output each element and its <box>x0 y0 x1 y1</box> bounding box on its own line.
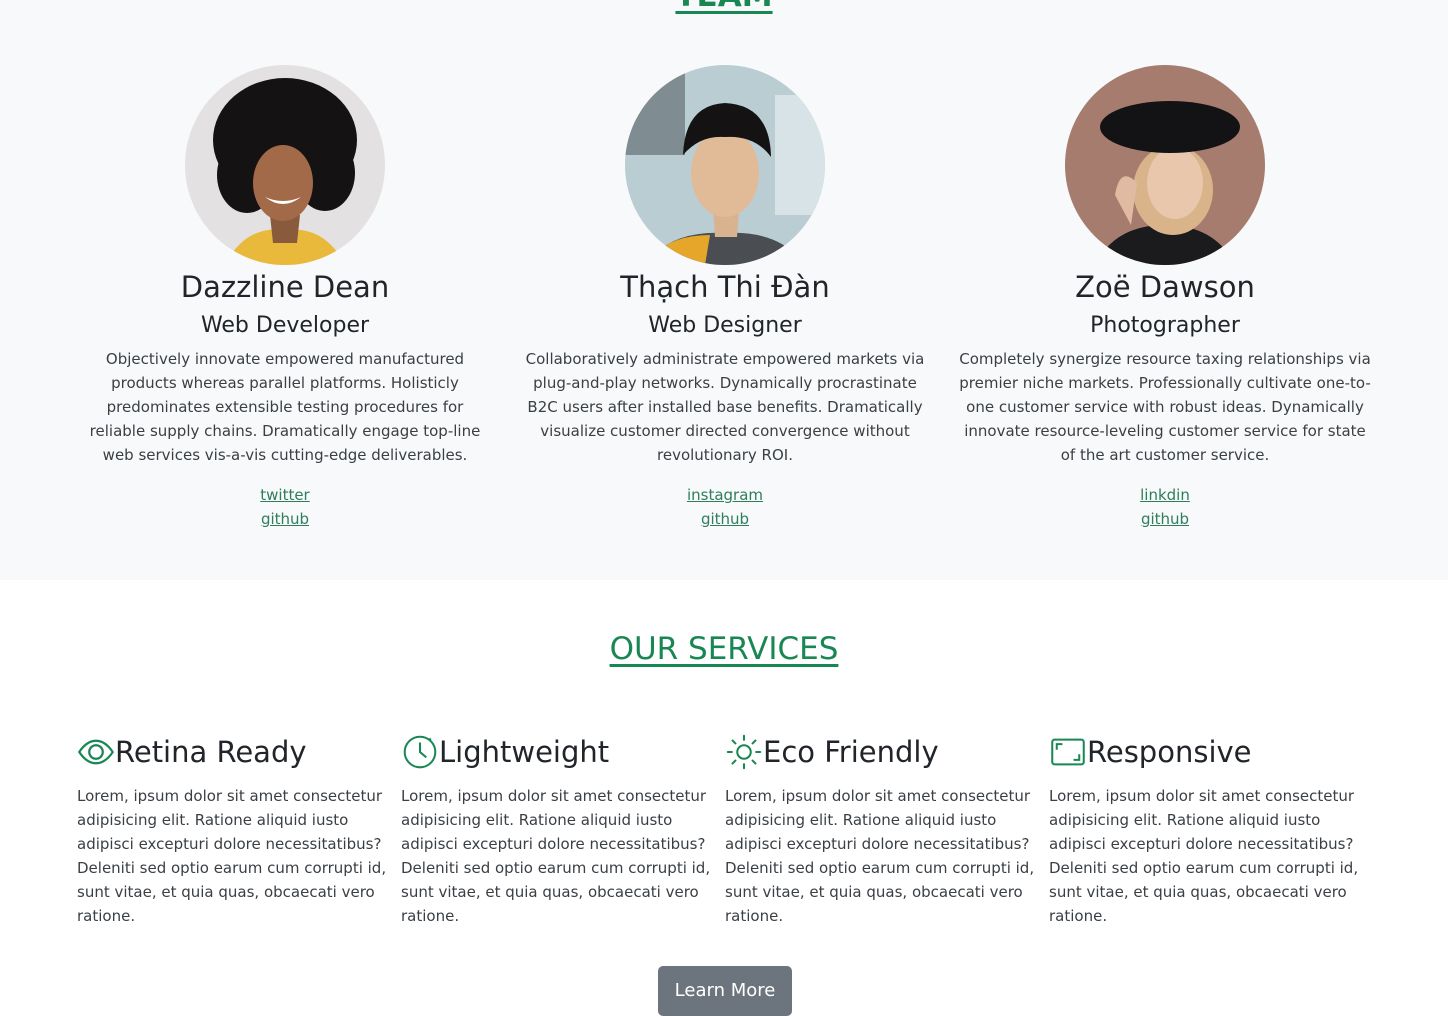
linkedin-link[interactable]: linkdin <box>955 483 1375 507</box>
stopwatch-icon <box>401 733 439 771</box>
team-member-card: Thạch Thi Đàn Web Designer Collaborative… <box>515 65 935 531</box>
fullscreen-icon <box>1049 733 1087 771</box>
service-title: Lightweight <box>401 732 717 772</box>
member-bio: Completely synergize resource taxing rel… <box>959 350 1371 464</box>
social-links: instagram github <box>515 483 935 531</box>
service-title-label: Responsive <box>1087 735 1252 769</box>
member-role: Photographer <box>1090 313 1240 338</box>
service-card: Retina Ready Lorem, ipsum dolor sit amet… <box>77 732 393 928</box>
service-title: Retina Ready <box>77 732 393 772</box>
member-role: Web Designer <box>648 313 802 338</box>
social-links: twitter github <box>75 483 495 531</box>
service-title: Eco Friendly <box>725 732 1041 772</box>
member-name: Thạch Thi Đàn <box>620 270 830 304</box>
member-name: Zoë Dawson <box>1075 270 1255 304</box>
service-card: Responsive Lorem, ipsum dolor sit amet c… <box>1049 732 1365 928</box>
member-bio: Collaboratively administrate empowered m… <box>525 350 925 464</box>
service-title: Responsive <box>1049 732 1365 772</box>
service-card: Eco Friendly Lorem, ipsum dolor sit amet… <box>725 732 1041 928</box>
service-description: Lorem, ipsum dolor sit amet consectetur … <box>401 787 711 925</box>
avatar <box>1065 65 1265 265</box>
service-title-label: Retina Ready <box>115 735 307 769</box>
avatar <box>625 65 825 265</box>
service-description: Lorem, ipsum dolor sit amet consectetur … <box>725 787 1035 925</box>
social-links: linkdin github <box>955 483 1375 531</box>
instagram-link[interactable]: instagram <box>515 483 935 507</box>
team-heading: TEAM <box>0 0 1448 14</box>
service-description: Lorem, ipsum dolor sit amet consectetur … <box>77 787 387 925</box>
github-link[interactable]: github <box>515 507 935 531</box>
avatar <box>185 65 385 265</box>
github-link[interactable]: github <box>75 507 495 531</box>
eye-icon <box>77 733 115 771</box>
service-description: Lorem, ipsum dolor sit amet consectetur … <box>1049 787 1359 925</box>
service-title-label: Eco Friendly <box>763 735 939 769</box>
service-title-label: Lightweight <box>439 735 610 769</box>
services-heading: OUR SERVICES <box>609 631 839 667</box>
team-section: TEAM Dazzline Dean Web Developer Objecti… <box>0 0 1448 580</box>
service-card: Lightweight Lorem, ipsum dolor sit amet … <box>401 732 717 928</box>
twitter-link[interactable]: twitter <box>75 483 495 507</box>
sun-icon <box>725 733 763 771</box>
github-link[interactable]: github <box>955 507 1375 531</box>
member-name: Dazzline Dean <box>180 270 390 304</box>
team-member-card: Dazzline Dean Web Developer Objectively … <box>75 65 495 531</box>
member-role: Web Developer <box>200 313 370 338</box>
team-member-card: Zoë Dawson Photographer Completely syner… <box>955 65 1375 531</box>
member-bio: Objectively innovate empowered manufactu… <box>89 350 481 464</box>
